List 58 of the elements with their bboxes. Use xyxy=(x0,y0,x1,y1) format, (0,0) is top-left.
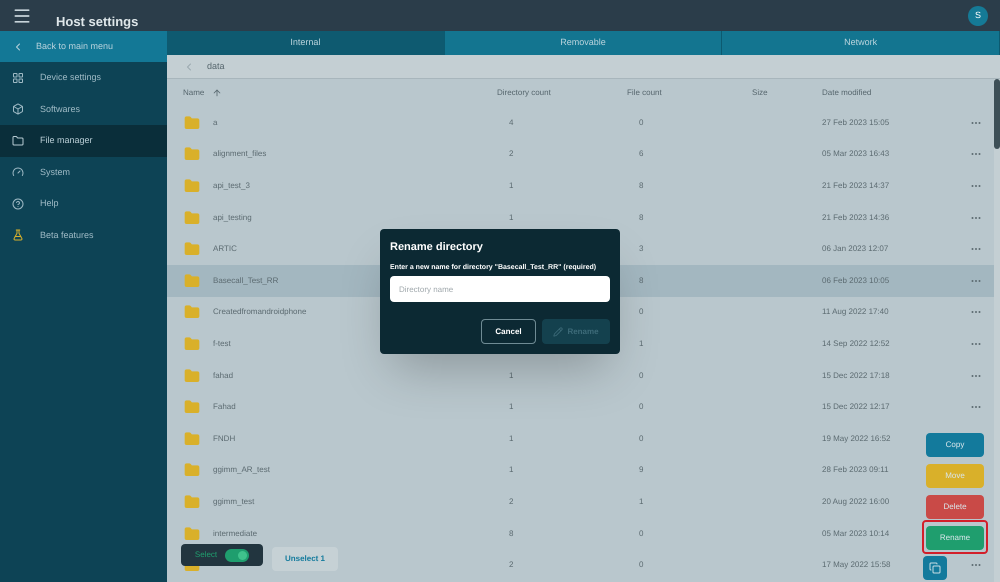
table-cell: 8 xyxy=(639,212,644,222)
table-cell: 1 xyxy=(639,496,644,506)
table-cell-text: 27 Feb 2023 15:05 xyxy=(822,116,890,129)
file-name: api_test_3 xyxy=(213,180,250,192)
table-cell: 0 xyxy=(639,307,644,316)
file-name: FNDH xyxy=(213,432,236,445)
table-cell: 2 xyxy=(509,560,514,570)
dialog-title: Rename directory xyxy=(390,240,484,255)
page-title: Host settings xyxy=(56,12,138,31)
table-cell-text: 19 May 2022 16:52 xyxy=(822,432,892,445)
table-cell-text: 15 Dec 2022 12:17 xyxy=(822,401,891,414)
file-name: Createdfromandroidphone xyxy=(213,306,306,318)
table-cell: 0 xyxy=(639,118,644,127)
table-cell: 8 xyxy=(509,528,514,538)
file-name: alignment_files xyxy=(213,148,266,160)
file-name: api_testing xyxy=(213,212,252,224)
table-cell: 1 xyxy=(509,434,514,443)
file-name: f-test xyxy=(213,338,231,350)
table-cell-text: 15 Dec 2022 17:18 xyxy=(822,370,891,382)
table-cell: 1 xyxy=(509,180,514,190)
file-name: intermediate xyxy=(213,528,258,540)
table-cell: 8 xyxy=(639,276,644,285)
table-cell-text: 11 Aug 2022 17:40 xyxy=(822,306,890,318)
table-cell-text: 14 Sep 2022 12:52 xyxy=(822,338,891,350)
table-cell: 3 xyxy=(639,244,644,254)
table-cell-text: 05 Mar 2023 10:14 xyxy=(822,528,890,540)
table-cell-text: 20 Aug 2022 16:00 xyxy=(822,496,890,508)
table-cell: 8 xyxy=(639,180,644,190)
table-cell: 1 xyxy=(509,465,514,474)
table-cell: 1 xyxy=(509,370,514,380)
file-name: ggimm_test xyxy=(213,496,254,508)
table-cell: 1 xyxy=(509,402,514,412)
table-cell: 0 xyxy=(639,370,644,380)
table-cell-text: 21 Feb 2023 14:36 xyxy=(822,212,890,224)
table-cell: 9 xyxy=(639,465,644,474)
table-cell: 1 xyxy=(639,338,644,348)
file-name: ARTIC xyxy=(213,243,237,256)
table-cell: 4 xyxy=(509,118,514,127)
table-cell-text: 21 Feb 2023 14:37 xyxy=(822,180,890,192)
table-cell: 2 xyxy=(509,496,514,506)
file-name: ggimm_AR_test xyxy=(213,464,270,476)
table-cell: 0 xyxy=(639,560,644,570)
table-cell-text: 06 Feb 2023 10:05 xyxy=(822,274,890,287)
table-cell: 2 xyxy=(509,149,514,158)
table-cell-text: 05 Mar 2023 16:43 xyxy=(822,148,890,160)
table-cell: 6 xyxy=(639,149,644,158)
file-name: Basecall_Test_RR xyxy=(213,274,278,287)
table-cell: 0 xyxy=(639,434,644,443)
table-cell: 1 xyxy=(509,212,514,222)
table-cell: 0 xyxy=(639,402,644,412)
table-cell-text: 28 Feb 2023 09:11 xyxy=(822,464,890,476)
file-name: a xyxy=(213,116,218,129)
table-cell: 0 xyxy=(639,528,644,538)
file-name: fahad xyxy=(213,370,234,382)
table-cell-text: 17 May 2022 15:58 xyxy=(822,559,892,572)
table-cell-text: 06 Jan 2023 12:07 xyxy=(822,243,890,256)
toggle-label: Select xyxy=(194,549,218,561)
file-name: Fahad xyxy=(213,401,236,414)
